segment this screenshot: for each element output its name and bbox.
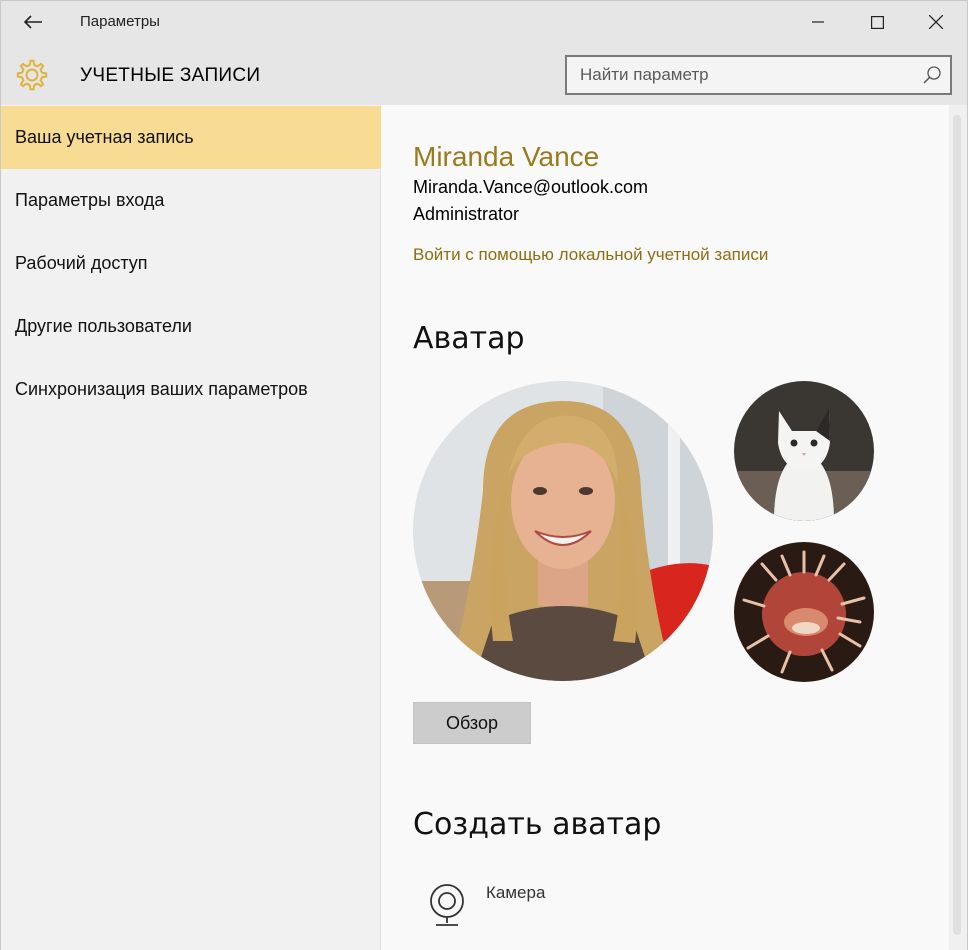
search-box[interactable] [565,55,952,95]
account-email: Miranda.Vance@outlook.com [413,177,649,197]
account-role: Administrator [413,204,520,224]
camera-label: Камера [486,883,546,902]
recent-avatar-creature[interactable] [734,542,874,682]
cat-photo [734,381,874,521]
sidebar-item-label: Ваша учетная запись [15,127,194,147]
maximize-icon [870,15,884,29]
camera-icon [430,884,464,926]
minimize-icon [812,21,824,23]
back-arrow-icon [23,15,42,29]
settings-window: Параметры УЧЕТНЫЕ ЗАПИСИ Найти параметр … [0,0,968,950]
sidebar-item-sign-in-options[interactable]: Параметры входа [1,169,381,232]
sidebar-item-your-account[interactable]: Ваша учетная запись [1,106,381,169]
gear-icon [16,59,48,91]
title-bar: Параметры [1,1,967,43]
maximize-button[interactable] [849,1,905,43]
page-header: УЧЕТНЫЕ ЗАПИСИ [1,43,967,105]
creature-photo [734,542,874,682]
sidebar-item-sync-settings[interactable]: Синхронизация ваших параметров [1,358,381,421]
sidebar-item-label: Другие пользователи [15,316,192,336]
sidebar-item-label: Параметры входа [15,190,165,210]
sidebar-item-label: Рабочий доступ [15,253,148,273]
avatar-heading: Аватар [413,321,525,356]
recent-avatar-cat[interactable] [734,381,874,521]
search-input[interactable] [567,57,907,93]
minimize-button[interactable] [790,1,846,43]
close-button[interactable] [908,1,964,43]
browse-button[interactable]: Обзор [413,702,531,744]
create-avatar-heading: Создать аватар [413,807,662,842]
scrollbar[interactable] [949,105,967,950]
current-avatar [413,381,713,681]
camera-option[interactable]: Камера [413,869,713,933]
sidebar: Ваша учетная запись Параметры входа Рабо… [1,105,381,950]
avatar-photo [413,381,713,681]
close-icon [929,15,943,29]
app-title: Параметры [80,13,160,30]
account-name: Miranda Vance [413,141,600,172]
section-title: УЧЕТНЫЕ ЗАПИСИ [80,65,261,86]
sidebar-item-other-users[interactable]: Другие пользователи [1,295,381,358]
back-button[interactable] [11,5,55,39]
scroll-thumb[interactable] [953,115,961,935]
local-account-link[interactable]: Войти с помощью локальной учетной записи [413,245,768,265]
sidebar-item-work-access[interactable]: Рабочий доступ [1,232,381,295]
search-icon[interactable] [922,65,942,85]
sidebar-item-label: Синхронизация ваших параметров [15,379,308,399]
